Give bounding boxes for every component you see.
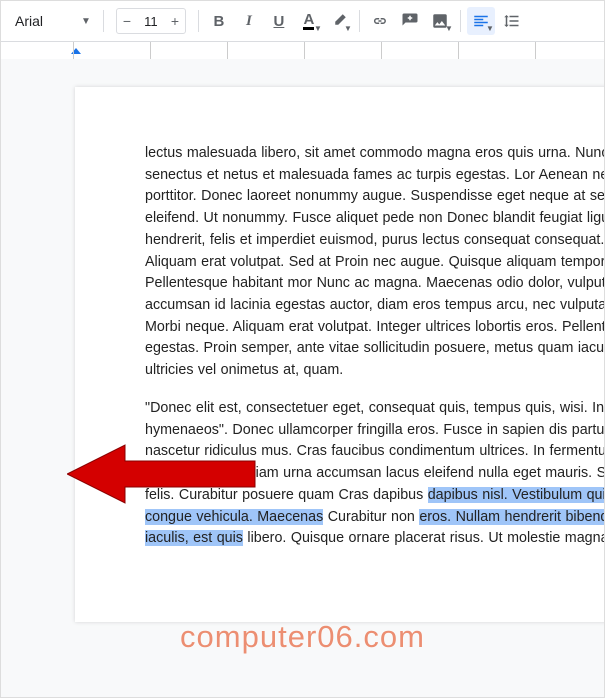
underline-button[interactable]: U [265, 7, 293, 35]
highlight-button[interactable]: ▼ [325, 7, 353, 35]
paragraph-1[interactable]: lectus malesuada libero, sit amet commod… [145, 143, 604, 382]
italic-button[interactable]: I [235, 7, 263, 35]
add-comment-button[interactable] [396, 7, 424, 35]
font-family-selector[interactable]: Arial ▼ [9, 7, 97, 35]
app-viewport: Arial ▼ − 11 + B I U A▼ ▼ ▼ ▼ [0, 0, 605, 698]
separator [198, 10, 199, 32]
insert-link-button[interactable] [366, 7, 394, 35]
paragraph-2[interactable]: "Donec elit est, consectetuer eget, cons… [145, 398, 604, 550]
separator [359, 10, 360, 32]
text-color-button[interactable]: A▼ [295, 7, 323, 35]
chevron-down-icon: ▼ [81, 16, 91, 27]
font-size-control: − 11 + [116, 8, 186, 34]
ruler-ticks [73, 42, 604, 60]
toolbar: Arial ▼ − 11 + B I U A▼ ▼ ▼ ▼ [1, 1, 604, 42]
separator [460, 10, 461, 32]
align-left-button[interactable]: ▼ [467, 7, 495, 35]
line-spacing-icon [502, 12, 520, 30]
separator [103, 10, 104, 32]
link-icon [371, 12, 389, 30]
font-size-decrease[interactable]: − [117, 9, 137, 33]
document-page[interactable]: lectus malesuada libero, sit amet commod… [75, 87, 604, 622]
document-canvas[interactable]: lectus malesuada libero, sit amet commod… [1, 59, 604, 697]
bold-button[interactable]: B [205, 7, 233, 35]
font-size-increase[interactable]: + [165, 9, 185, 33]
insert-image-button[interactable]: ▼ [426, 7, 454, 35]
comment-icon [401, 12, 419, 30]
font-size-value[interactable]: 11 [137, 14, 165, 29]
line-spacing-button[interactable] [497, 7, 525, 35]
font-family-value: Arial [15, 13, 77, 29]
